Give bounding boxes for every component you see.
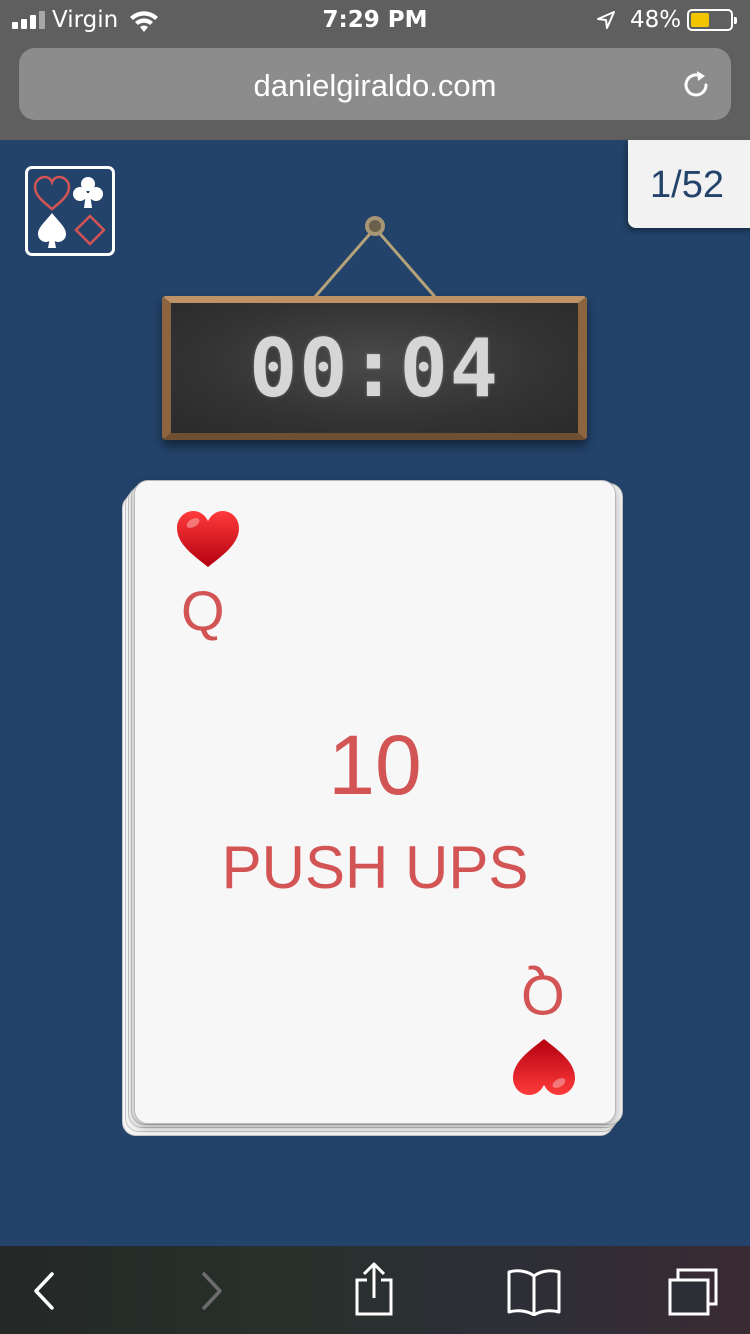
share-icon[interactable] <box>352 1262 396 1318</box>
tabs-icon[interactable] <box>666 1266 720 1318</box>
location-arrow-icon <box>597 11 615 29</box>
address-bar[interactable]: danielgiraldo.com <box>19 48 731 120</box>
app-logo[interactable] <box>25 166 115 256</box>
rep-count: 10 <box>328 718 422 812</box>
browser-chrome: danielgiraldo.com <box>0 40 750 140</box>
timer-hanger <box>312 216 438 299</box>
forward-icon[interactable] <box>196 1266 226 1316</box>
heart-suit-icon <box>513 1039 575 1095</box>
card-rank-top: Q <box>181 579 225 642</box>
heart-suit-icon <box>177 511 239 567</box>
browser-toolbar <box>0 1246 750 1334</box>
back-icon[interactable] <box>28 1266 58 1316</box>
exercise-name: PUSH UPS <box>221 834 529 901</box>
battery-icon <box>687 9 737 31</box>
battery-percentage: 48% <box>630 7 682 33</box>
exercise-card[interactable]: Q 10 PUSH UPS Q <box>134 480 616 1124</box>
card-suits-logo-icon <box>33 175 106 248</box>
timer-display: 00:04 <box>249 321 500 415</box>
bookmarks-icon[interactable] <box>506 1266 562 1316</box>
status-bar: Virgin 7:29 PM 48% <box>0 0 750 40</box>
timer-board: 00:04 <box>162 296 587 440</box>
url-text[interactable]: danielgiraldo.com <box>19 68 731 104</box>
reload-icon[interactable] <box>679 68 713 102</box>
card-rank-bottom: Q <box>521 964 565 1027</box>
card-counter: 1/52 <box>628 140 750 228</box>
